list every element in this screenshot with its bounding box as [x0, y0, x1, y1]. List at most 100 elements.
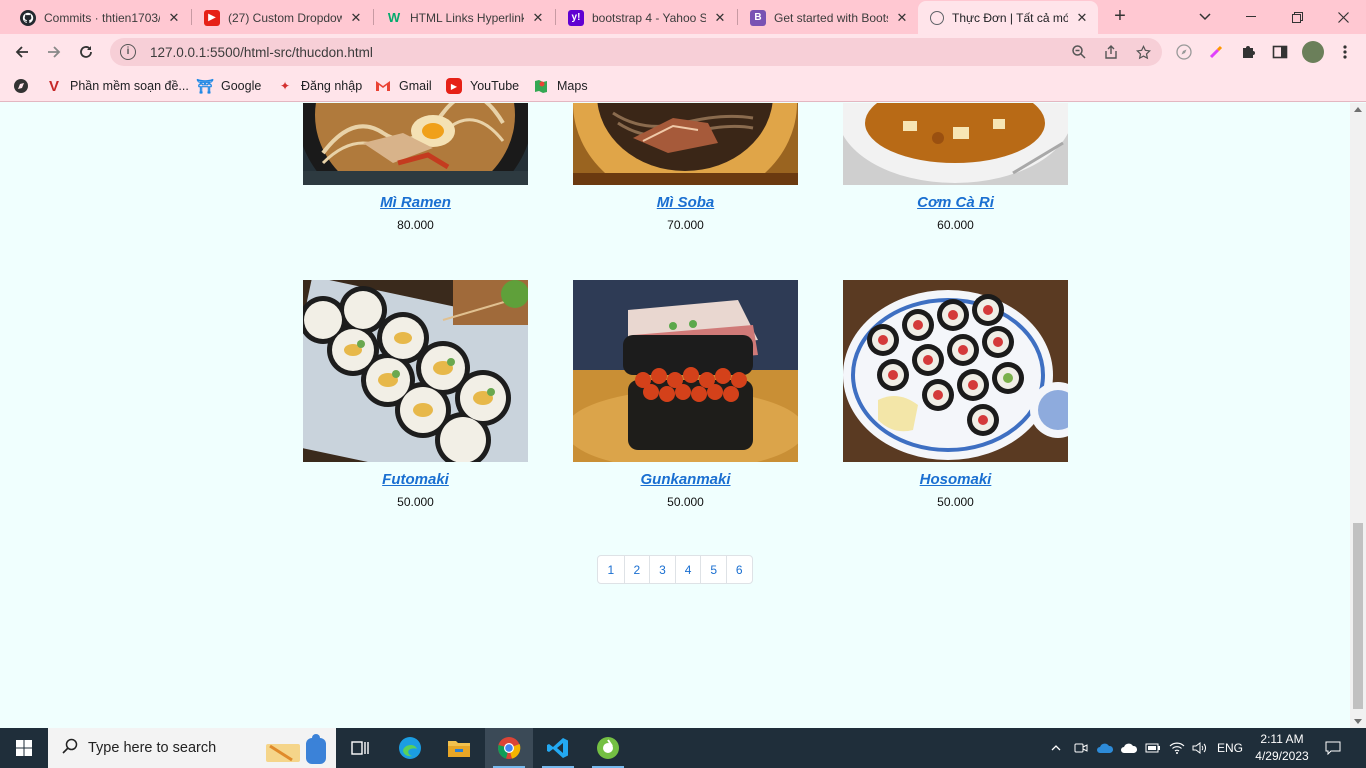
- site-info-icon[interactable]: i: [120, 44, 136, 60]
- food-photo-futomaki[interactable]: [303, 280, 528, 462]
- tab-title: Commits · thtien1703/: [44, 10, 160, 25]
- close-icon[interactable]: ✕: [894, 10, 910, 26]
- w3schools-icon: W: [387, 10, 401, 25]
- wifi-icon[interactable]: [1167, 728, 1187, 768]
- search-highlight-icon: [260, 732, 332, 764]
- tab-search-button[interactable]: [1182, 0, 1228, 34]
- bookmark-maps[interactable]: Maps: [533, 76, 588, 96]
- file-explorer-icon[interactable]: [435, 728, 483, 768]
- food-photo-soba[interactable]: [573, 103, 798, 185]
- menu-card: Gunkanmaki 50.000: [573, 280, 798, 509]
- close-icon[interactable]: ✕: [712, 10, 728, 26]
- clock-date: 4/29/2023: [1255, 749, 1309, 763]
- food-photo-gunkanmaki[interactable]: [573, 280, 798, 462]
- taskbar-search-box[interactable]: Type here to search: [48, 728, 336, 768]
- meet-now-icon[interactable]: [1072, 728, 1090, 768]
- bootstrap-icon: B: [750, 9, 766, 26]
- zoom-icon[interactable]: [1071, 44, 1087, 60]
- onedrive-icon[interactable]: [1095, 728, 1115, 768]
- new-tab-button[interactable]: +: [1108, 5, 1132, 29]
- page-link-2[interactable]: 2: [623, 556, 650, 583]
- back-button[interactable]: [10, 40, 34, 64]
- menu-item-name[interactable]: Mì Ramen: [303, 194, 528, 211]
- cloud-icon[interactable]: [1119, 728, 1139, 768]
- tab-title: bootstrap 4 - Yahoo S: [592, 10, 706, 25]
- address-bar[interactable]: i 127.0.0.1:5500/html-src/thucdon.html: [110, 38, 1162, 66]
- scroll-down-arrow[interactable]: [1354, 719, 1362, 724]
- page-link-3[interactable]: 3: [649, 556, 675, 583]
- scroll-up-arrow[interactable]: [1354, 107, 1362, 112]
- apps-icon[interactable]: [13, 76, 29, 96]
- menu-item-price: 50.000: [397, 495, 434, 509]
- menu-item-name[interactable]: Gunkanmaki: [573, 471, 798, 488]
- menu-item-price: 70.000: [667, 218, 704, 232]
- edge-app-icon[interactable]: [386, 728, 434, 768]
- side-panel-icon[interactable]: [1271, 43, 1289, 61]
- url-text[interactable]: 127.0.0.1:5500/html-src/thucdon.html: [150, 45, 373, 60]
- close-icon[interactable]: ✕: [1074, 10, 1090, 26]
- bookmark-star-icon[interactable]: [1135, 44, 1151, 60]
- bookmark-gmail[interactable]: Gmail: [375, 76, 432, 96]
- clock-time: 2:11 AM: [1260, 732, 1304, 746]
- taskbar-clock[interactable]: 2:11 AM 4/29/2023: [1250, 731, 1314, 765]
- menu-item-name[interactable]: Futomaki: [303, 471, 528, 488]
- reload-button[interactable]: [74, 40, 98, 64]
- menu-item-name[interactable]: Mì Soba: [573, 194, 798, 211]
- page-link-4[interactable]: 4: [674, 556, 701, 583]
- volume-icon[interactable]: [1190, 728, 1210, 768]
- search-icon: [62, 738, 78, 759]
- maps-icon: [533, 78, 549, 94]
- forward-button[interactable]: [42, 40, 66, 64]
- menu-item-price: 80.000: [397, 218, 434, 232]
- google-icon: ⛩: [196, 77, 214, 94]
- tab-strip: Commits · thtien1703/ ✕ ▶ (27) Custom Dr…: [0, 0, 1366, 34]
- tray-chevron-icon[interactable]: [1047, 728, 1065, 768]
- close-window-button[interactable]: [1320, 0, 1366, 34]
- share-icon[interactable]: [1103, 44, 1119, 60]
- profile-avatar[interactable]: [1302, 41, 1324, 63]
- bookmark-google[interactable]: ⛩ Google: [196, 76, 261, 96]
- browser-toolbar: i 127.0.0.1:5500/html-src/thucdon.html: [0, 34, 1366, 70]
- restore-button[interactable]: [1274, 0, 1320, 34]
- language-indicator[interactable]: ENG: [1214, 728, 1246, 768]
- extensions-puzzle-icon[interactable]: [1239, 43, 1257, 61]
- close-icon[interactable]: ✕: [348, 10, 364, 26]
- food-photo-curry[interactable]: [843, 103, 1068, 185]
- bookmark-label: Maps: [557, 79, 588, 93]
- tab-github[interactable]: Commits · thtien1703/ ✕: [8, 1, 190, 34]
- more-menu-icon[interactable]: [1336, 43, 1354, 61]
- food-photo-hosomaki[interactable]: [843, 280, 1068, 462]
- close-icon[interactable]: ✕: [530, 10, 546, 26]
- bookmark-dang-nhap[interactable]: ✦ Đăng nhập: [277, 76, 362, 96]
- close-icon[interactable]: ✕: [166, 10, 182, 26]
- tab-youtube[interactable]: ▶ (27) Custom Dropdow ✕: [192, 1, 372, 34]
- compass-extension-icon[interactable]: [1175, 43, 1193, 61]
- minimize-button[interactable]: [1228, 0, 1274, 34]
- food-photo-ramen[interactable]: [303, 103, 528, 185]
- notification-icon[interactable]: [1320, 728, 1346, 768]
- v-icon: V: [48, 77, 59, 95]
- battery-icon[interactable]: [1143, 728, 1163, 768]
- windows-start-button[interactable]: [0, 728, 48, 768]
- page-link-1[interactable]: 1: [598, 556, 624, 583]
- tab-bootstrap[interactable]: B Get started with Boots ✕: [738, 1, 918, 34]
- task-view-button[interactable]: [336, 728, 384, 768]
- menu-item-name[interactable]: Cơm Cà Ri: [843, 194, 1068, 211]
- bookmark-phan-mem[interactable]: V Phần mềm soạn đề...: [46, 76, 189, 96]
- coccoc-app-icon[interactable]: [584, 728, 632, 768]
- tab-thucdon[interactable]: Thực Đơn | Tất cả món ✕: [918, 1, 1098, 34]
- chrome-app-icon[interactable]: [485, 728, 533, 768]
- bookmark-youtube[interactable]: ▶ YouTube: [446, 76, 519, 96]
- bookmark-label: Phần mềm soạn đề...: [70, 79, 189, 93]
- scrollbar-thumb[interactable]: [1353, 523, 1363, 709]
- page-scrollbar[interactable]: [1350, 103, 1366, 728]
- tab-yahoo[interactable]: y! bootstrap 4 - Yahoo S ✕: [556, 1, 736, 34]
- page-link-6[interactable]: 6: [725, 556, 752, 583]
- menu-item-name[interactable]: Hosomaki: [843, 471, 1068, 488]
- page-link-5[interactable]: 5: [700, 556, 726, 583]
- vscode-app-icon[interactable]: [534, 728, 582, 768]
- pagination: 1 2 3 4 5 6: [597, 555, 753, 584]
- tab-w3schools[interactable]: W HTML Links Hyperlink ✕: [374, 1, 554, 34]
- color-picker-extension-icon[interactable]: [1207, 43, 1225, 61]
- bookmark-label: YouTube: [470, 79, 520, 93]
